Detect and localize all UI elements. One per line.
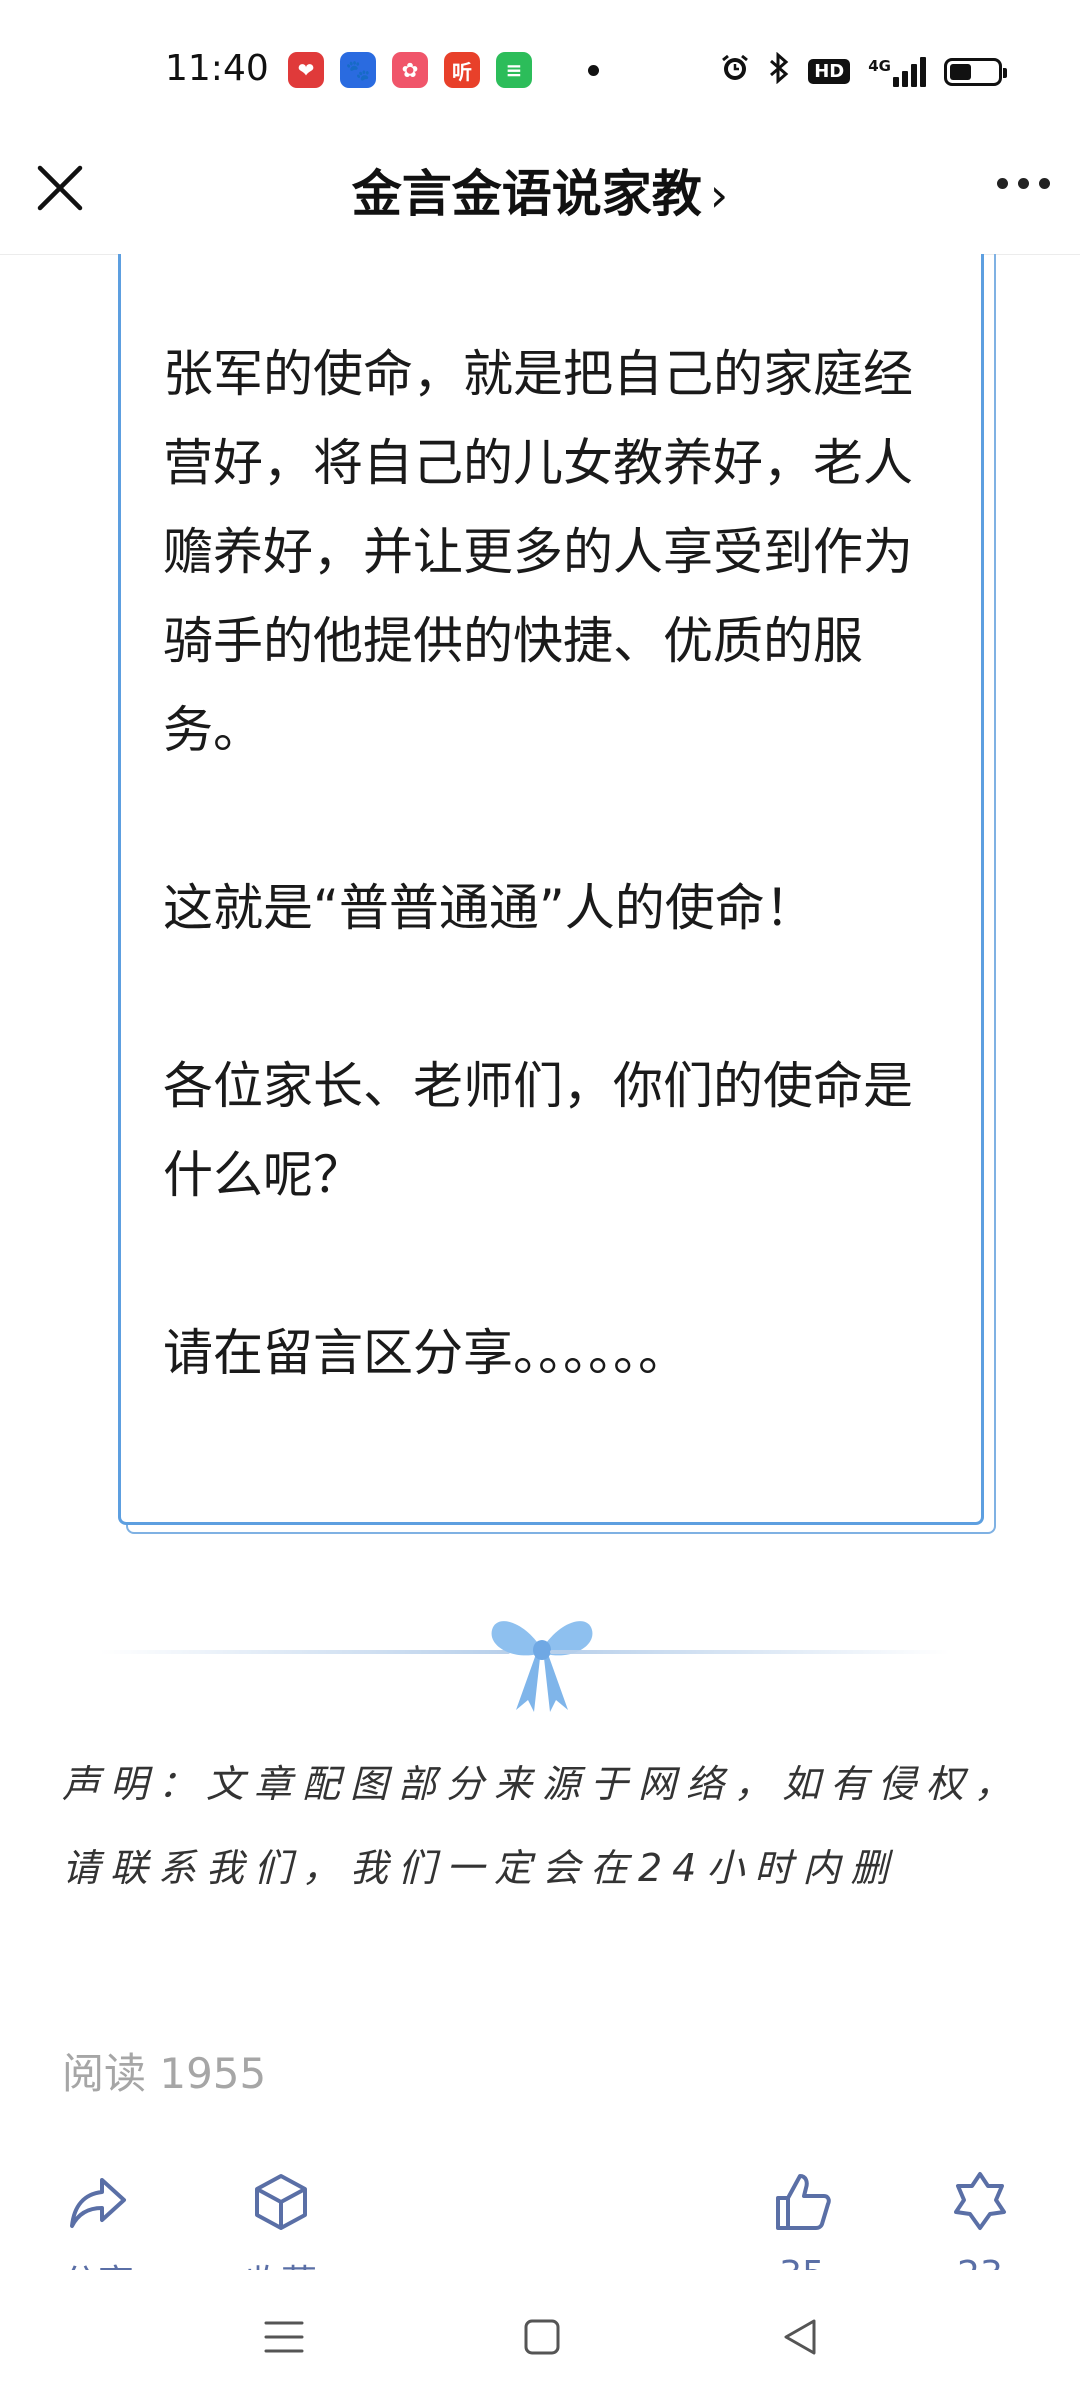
- share-arrow-icon: [70, 2178, 126, 2228]
- back-triangle-icon: [784, 2319, 816, 2355]
- divider-line-right: [550, 1650, 950, 1654]
- home-square-icon: [524, 2319, 560, 2355]
- article-paragraph: 张军的使命，就是把自己的家庭经营好，将自己的儿女教养好，老人赡养好，并让更多的人…: [163, 345, 913, 759]
- article-body: 张军的使命，就是把自己的家庭经营好，将自己的儿女教养好，老人赡养好，并让更多的人…: [163, 330, 943, 1487]
- divider-line-left: [100, 1650, 510, 1654]
- cellular-signal-icon: 4G: [868, 56, 926, 87]
- home-button[interactable]: [520, 2315, 564, 2363]
- bluetooth-icon: [768, 51, 790, 91]
- status-bar: 11:40 ❤ 🐾 ✿ 听 ≡ HD 4G: [0, 0, 1080, 140]
- like-count: 35: [770, 2254, 834, 2270]
- article-paragraph: 这就是“普普通通”人的使命！: [163, 879, 815, 937]
- system-icons: HD 4G: [720, 51, 1007, 91]
- article-paragraph: 各位家长、老师们，你们的使命是什么呢？: [163, 1057, 913, 1204]
- collect-label: 收藏: [245, 2254, 317, 2270]
- app-green-chat-icon: ≡: [496, 52, 532, 88]
- baidu-paw-icon: 🐾: [340, 52, 376, 88]
- collect-button[interactable]: 收藏: [245, 2170, 317, 2270]
- system-navigation-bar: [0, 2270, 1080, 2400]
- more-notifications-dot-icon: [588, 64, 599, 76]
- thumbs-up-icon: [776, 2174, 831, 2230]
- status-time: 11:40: [165, 48, 269, 89]
- hd-voice-icon: HD: [808, 59, 851, 84]
- article-header: 金言金语说家教 ›: [0, 140, 1080, 255]
- ting-listen-icon: 听: [444, 52, 480, 88]
- more-dot-icon: [1039, 178, 1050, 189]
- chevron-right-icon: ›: [709, 168, 729, 222]
- like-button[interactable]: 35: [770, 2170, 834, 2270]
- more-dot-icon: [997, 178, 1008, 189]
- wow-button[interactable]: 23: [948, 2170, 1012, 2270]
- cube-collect-icon: [255, 2174, 307, 2230]
- battery-level-fill: [950, 63, 971, 80]
- app-pink-grid-icon: ✿: [392, 52, 428, 88]
- account-title-link[interactable]: 金言金语说家教 ›: [0, 154, 1080, 226]
- disclaimer-text: 声明：文章配图部分来源于网络，如有侵权，请联系我们，我们一定会在24小时内删: [62, 1762, 1023, 1890]
- menu-lines-icon: [264, 2321, 304, 2353]
- notification-app-icons: ❤ 🐾 ✿ 听 ≡: [288, 52, 599, 88]
- more-dot-icon: [1018, 178, 1029, 189]
- network-type-label: 4G: [868, 56, 891, 75]
- ribbon-bow-icon: [491, 1621, 593, 1712]
- battery-icon: [944, 57, 1007, 86]
- bow-divider: [60, 1600, 990, 1712]
- article-paragraph: 请在留言区分享。。。。。。: [163, 1324, 688, 1382]
- recent-apps-button[interactable]: [262, 2315, 306, 2363]
- share-button[interactable]: 分享: [62, 2170, 134, 2270]
- page-title: 金言金语说家教: [351, 165, 702, 223]
- more-options-button[interactable]: [997, 178, 1050, 189]
- star-wow-icon: [954, 2172, 1006, 2230]
- back-button[interactable]: [778, 2315, 822, 2363]
- app-red-heart-icon: ❤: [288, 52, 324, 88]
- alarm-icon: [720, 53, 750, 90]
- share-label: 分享: [62, 2254, 134, 2270]
- wow-count: 23: [948, 2254, 1012, 2270]
- read-count: 阅读 1955: [62, 2049, 267, 2098]
- article-action-bar: 分享 收藏 35 23: [0, 2150, 1080, 2270]
